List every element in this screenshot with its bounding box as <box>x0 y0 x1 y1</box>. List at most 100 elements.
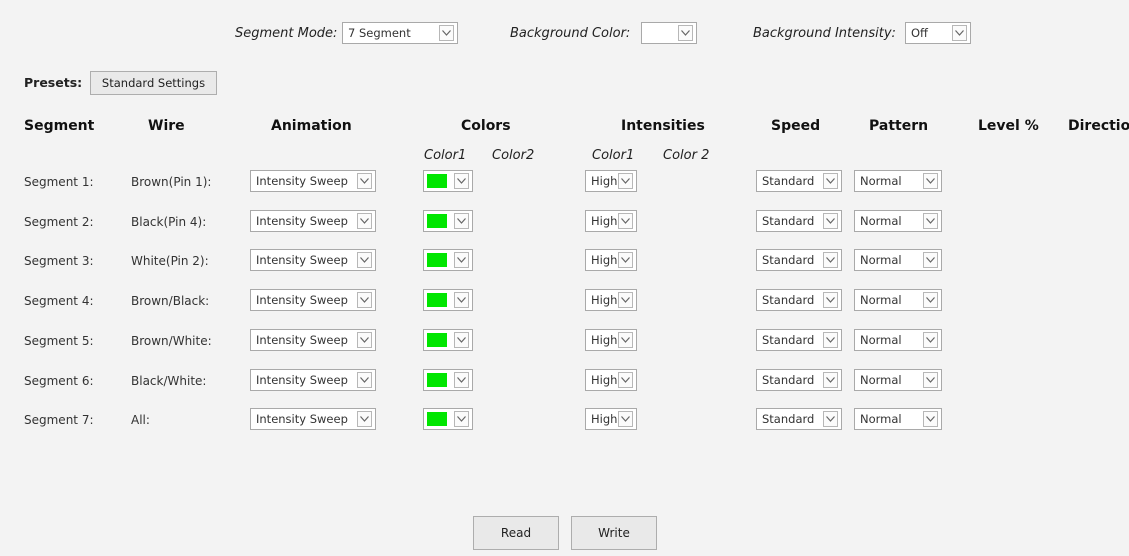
chevron-down-icon <box>923 332 938 348</box>
animation-select[interactable]: Intensity Sweep <box>250 329 376 351</box>
color-swatch <box>427 333 447 347</box>
chevron-down-icon <box>618 173 633 189</box>
chevron-down-icon <box>618 252 633 268</box>
chevron-down-icon <box>823 213 838 229</box>
wire-label: Brown/White: <box>131 334 212 348</box>
speed-value: Standard <box>762 333 815 347</box>
chevron-down-icon <box>923 292 938 308</box>
speed-select[interactable]: Standard <box>756 249 842 271</box>
pattern-value: Normal <box>860 373 902 387</box>
pattern-select[interactable]: Normal <box>854 210 942 232</box>
speed-select[interactable]: Standard <box>756 210 842 232</box>
chevron-down-icon <box>923 173 938 189</box>
pattern-select[interactable]: Normal <box>854 289 942 311</box>
intensity1-value: High <box>591 373 618 387</box>
intensity1-select[interactable]: High <box>585 170 637 192</box>
read-button[interactable]: Read <box>473 516 559 550</box>
pattern-select[interactable]: Normal <box>854 329 942 351</box>
intensity1-select[interactable]: High <box>585 408 637 430</box>
animation-select[interactable]: Intensity Sweep <box>250 249 376 271</box>
wire-label: Black(Pin 4): <box>131 215 207 229</box>
pattern-select[interactable]: Normal <box>854 249 942 271</box>
write-button[interactable]: Write <box>571 516 657 550</box>
chevron-down-icon <box>618 213 633 229</box>
animation-value: Intensity Sweep <box>256 253 348 267</box>
animation-select[interactable]: Intensity Sweep <box>250 369 376 391</box>
animation-value: Intensity Sweep <box>256 214 348 228</box>
speed-value: Standard <box>762 293 815 307</box>
color1-select[interactable] <box>423 289 473 311</box>
standard-settings-button[interactable]: Standard Settings <box>90 71 217 95</box>
color-swatch <box>427 293 447 307</box>
color-swatch <box>427 373 447 387</box>
color-swatch <box>427 253 447 267</box>
speed-select[interactable]: Standard <box>756 408 842 430</box>
animation-value: Intensity Sweep <box>256 293 348 307</box>
chevron-down-icon <box>923 252 938 268</box>
chevron-down-icon <box>454 252 469 268</box>
animation-select[interactable]: Intensity Sweep <box>250 170 376 192</box>
chevron-down-icon <box>823 332 838 348</box>
color1-select[interactable] <box>423 408 473 430</box>
presets-label: Presets: <box>24 75 83 90</box>
chevron-down-icon <box>454 411 469 427</box>
speed-select[interactable]: Standard <box>756 170 842 192</box>
pattern-select[interactable]: Normal <box>854 408 942 430</box>
pattern-value: Normal <box>860 214 902 228</box>
segment-mode-value: 7 Segment <box>348 26 411 40</box>
intensity1-value: High <box>591 412 618 426</box>
color1-select[interactable] <box>423 329 473 351</box>
chevron-down-icon <box>823 372 838 388</box>
chevron-down-icon <box>618 372 633 388</box>
intensity1-value: High <box>591 214 618 228</box>
header-direction: Direction <box>1068 118 1129 134</box>
speed-value: Standard <box>762 174 815 188</box>
speed-select[interactable]: Standard <box>756 289 842 311</box>
chevron-down-icon <box>357 252 372 268</box>
intensity1-value: High <box>591 253 618 267</box>
animation-select[interactable]: Intensity Sweep <box>250 408 376 430</box>
header-pattern: Pattern <box>869 118 929 134</box>
header-level: Level % <box>978 118 1039 134</box>
color-swatch <box>427 214 447 228</box>
chevron-down-icon <box>923 213 938 229</box>
intensity1-select[interactable]: High <box>585 289 637 311</box>
chevron-down-icon <box>454 173 469 189</box>
intensity1-select[interactable]: High <box>585 329 637 351</box>
intensity1-value: High <box>591 333 618 347</box>
chevron-down-icon <box>357 292 372 308</box>
animation-select[interactable]: Intensity Sweep <box>250 210 376 232</box>
pattern-value: Normal <box>860 412 902 426</box>
background-color-select[interactable] <box>641 22 697 44</box>
pattern-select[interactable]: Normal <box>854 369 942 391</box>
animation-value: Intensity Sweep <box>256 373 348 387</box>
pattern-select[interactable]: Normal <box>854 170 942 192</box>
speed-select[interactable]: Standard <box>756 329 842 351</box>
intensity1-select[interactable]: High <box>585 369 637 391</box>
wire-label: All: <box>131 413 150 427</box>
chevron-down-icon <box>823 411 838 427</box>
intensity1-select[interactable]: High <box>585 210 637 232</box>
chevron-down-icon <box>439 25 454 41</box>
segment-label: Segment 7: <box>24 413 94 427</box>
chevron-down-icon <box>454 292 469 308</box>
color1-select[interactable] <box>423 170 473 192</box>
segment-label: Segment 6: <box>24 374 94 388</box>
chevron-down-icon <box>357 332 372 348</box>
pattern-value: Normal <box>860 333 902 347</box>
color1-select[interactable] <box>423 210 473 232</box>
chevron-down-icon <box>618 411 633 427</box>
background-color-label: Background Color: <box>510 26 631 41</box>
background-intensity-select[interactable]: Off <box>905 22 971 44</box>
animation-select[interactable]: Intensity Sweep <box>250 289 376 311</box>
speed-select[interactable]: Standard <box>756 369 842 391</box>
chevron-down-icon <box>357 372 372 388</box>
segment-mode-select[interactable]: 7 Segment <box>342 22 458 44</box>
intensity1-select[interactable]: High <box>585 249 637 271</box>
color1-select[interactable] <box>423 369 473 391</box>
pattern-value: Normal <box>860 293 902 307</box>
color-swatch <box>427 174 447 188</box>
chevron-down-icon <box>618 332 633 348</box>
segment-label: Segment 2: <box>24 215 94 229</box>
color1-select[interactable] <box>423 249 473 271</box>
